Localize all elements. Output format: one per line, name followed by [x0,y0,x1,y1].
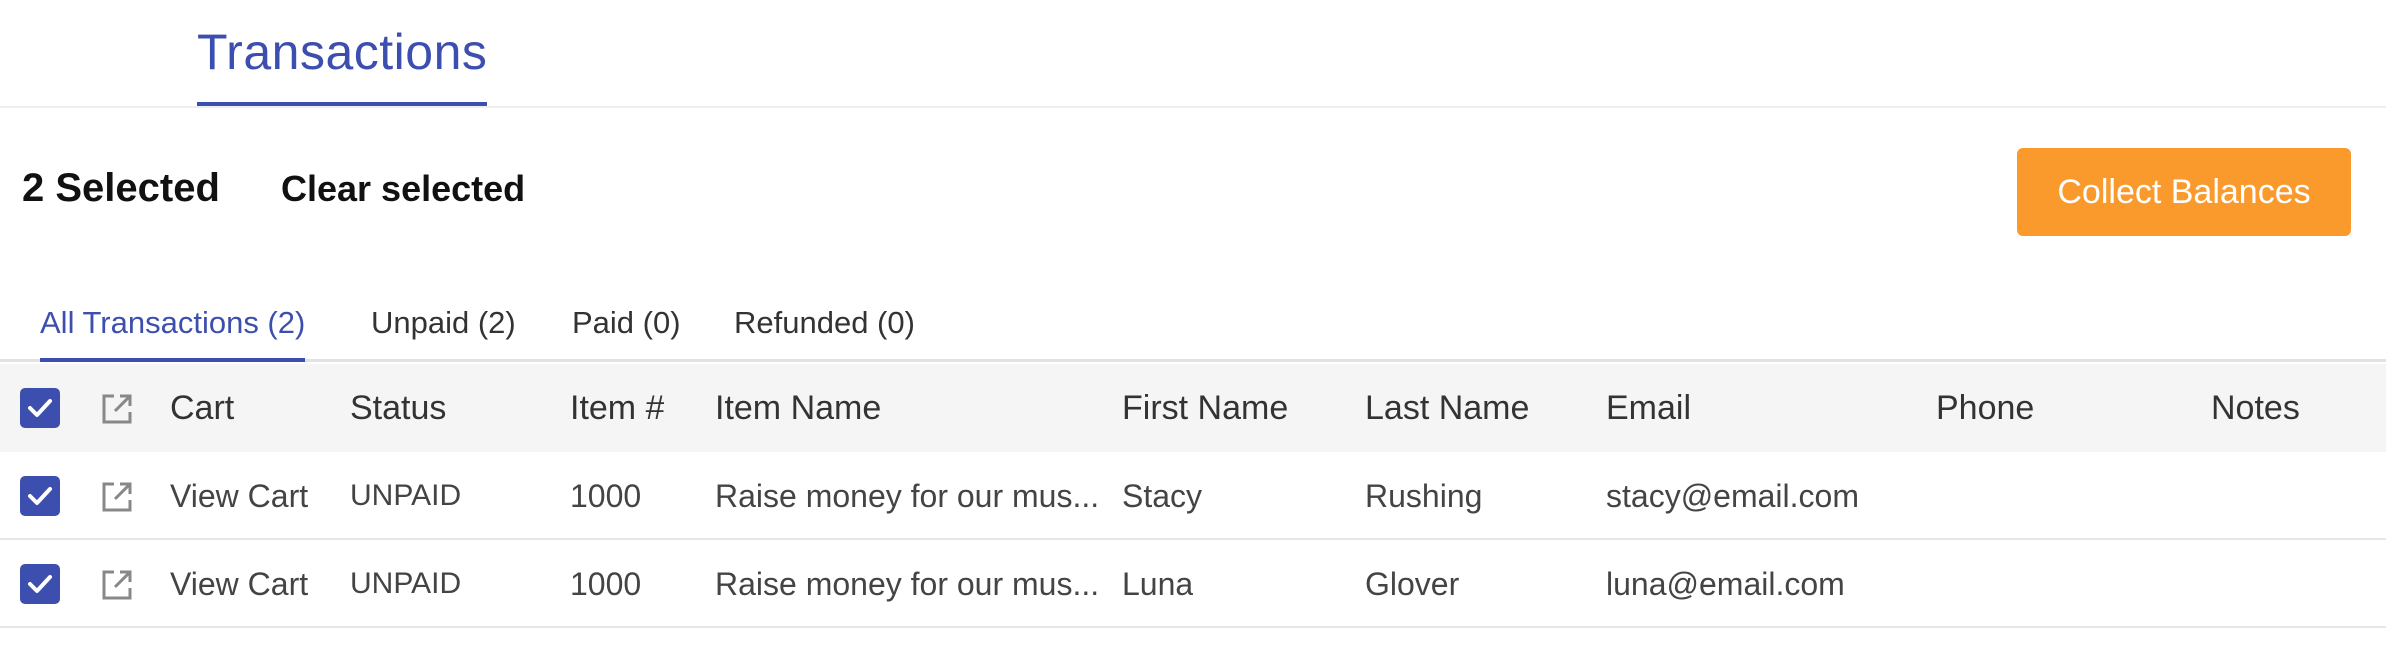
item-name: Raise money for our mus... [715,566,1100,602]
clear-selected-button[interactable]: Clear selected [281,168,525,210]
first-name: Stacy [1122,478,1203,514]
tab-transactions[interactable]: Transactions [197,22,488,106]
status-badge: UNPAID [350,479,462,512]
checkbox-checked-icon [28,487,52,505]
email: luna@email.com [1606,566,1845,602]
view-cart-link[interactable]: View Cart [170,540,308,628]
collect-balances-button[interactable]: Collect Balances [2017,148,2351,236]
status-badge: UNPAID [350,567,462,600]
column-header-phone[interactable]: Phone [1936,364,2034,452]
column-header-last-name[interactable]: Last Name [1365,364,1529,452]
column-header-item-number[interactable]: Item # [570,364,664,452]
page-header: Transactions [0,0,2386,108]
table-header: Cart Status Item # Item Name First Name … [0,364,2386,452]
checkbox-checked-icon [28,399,52,417]
item-number: 1000 [570,478,642,514]
checkbox-checked-icon [28,575,52,593]
column-header-cart[interactable]: Cart [170,364,234,452]
column-header-first-name[interactable]: First Name [1122,364,1288,452]
email: stacy@email.com [1606,478,1859,514]
row-checkbox[interactable] [20,564,60,604]
select-all-checkbox[interactable] [20,388,60,428]
selected-count: 2 Selected [22,166,220,210]
external-link-icon [102,394,132,424]
item-number: 1000 [570,566,642,602]
item-name: Raise money for our mus... [715,478,1100,514]
last-name: Rushing [1365,478,1483,514]
external-link-icon[interactable] [100,480,134,514]
first-name: Luna [1122,566,1194,602]
filter-tabs: All Transactions (2) Unpaid (2) Paid (0)… [0,290,2386,362]
last-name: Glover [1365,566,1460,602]
table-row[interactable]: View Cart UNPAID 1000 Raise money for ou… [0,540,2386,628]
column-header-email[interactable]: Email [1606,364,1691,452]
row-checkbox[interactable] [20,476,60,516]
view-cart-link[interactable]: View Cart [170,452,308,540]
tab-all-transactions[interactable]: All Transactions (2) [40,302,306,362]
selection-toolbar: 2 Selected Clear selected Collect Balanc… [0,108,2386,278]
column-header-item-name[interactable]: Item Name [715,364,881,452]
tab-unpaid[interactable]: Unpaid (2) [371,302,516,362]
column-header-notes[interactable]: Notes [2211,364,2300,452]
column-header-status[interactable]: Status [350,364,446,452]
external-link-icon[interactable] [100,568,134,602]
tab-paid[interactable]: Paid (0) [572,302,681,362]
tab-refunded[interactable]: Refunded (0) [734,302,915,362]
table-row[interactable]: View Cart UNPAID 1000 Raise money for ou… [0,452,2386,540]
